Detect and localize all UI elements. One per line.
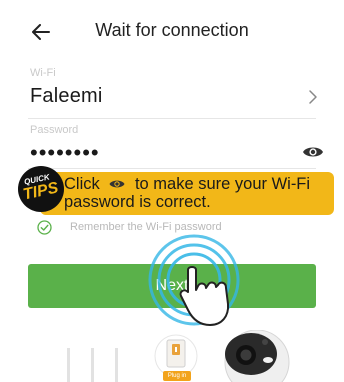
wifi-divider — [28, 118, 316, 119]
remember-password-label: Remember the Wi-Fi password — [70, 221, 222, 233]
password-divider — [28, 168, 316, 169]
eye-icon — [109, 180, 125, 188]
remember-password-checkbox[interactable] — [37, 220, 52, 235]
wifi-ssid-field[interactable]: Faleemi — [30, 85, 103, 108]
tips-click-text: Click — [64, 175, 100, 193]
tips-text-line1: Click to make sure your Wi-Fi — [64, 175, 310, 194]
tips-instruction-text: to make sure your Wi-Fi — [134, 175, 311, 193]
eye-icon — [303, 147, 323, 157]
antenna-bars-icon — [67, 348, 118, 382]
next-button-label: Next — [155, 277, 189, 294]
chevron-right-icon[interactable] — [306, 88, 320, 106]
password-label: Password — [30, 124, 79, 136]
password-field[interactable]: •••••••• — [30, 140, 100, 166]
plug-in-label: Plug in — [163, 371, 191, 381]
security-camera-icon — [224, 330, 290, 382]
show-password-button[interactable] — [302, 144, 324, 160]
quick-tips-badge: QUICK TIPS — [18, 166, 64, 212]
next-button[interactable]: Next — [28, 264, 316, 308]
page-title: Wait for connection — [95, 20, 249, 40]
wifi-label: Wi-Fi — [30, 67, 56, 79]
tips-text-line2: password is correct. — [64, 193, 211, 211]
quick-tips-banner: Click to make sure your Wi-Fi password i… — [40, 172, 334, 215]
header: Wait for connection — [0, 0, 344, 62]
